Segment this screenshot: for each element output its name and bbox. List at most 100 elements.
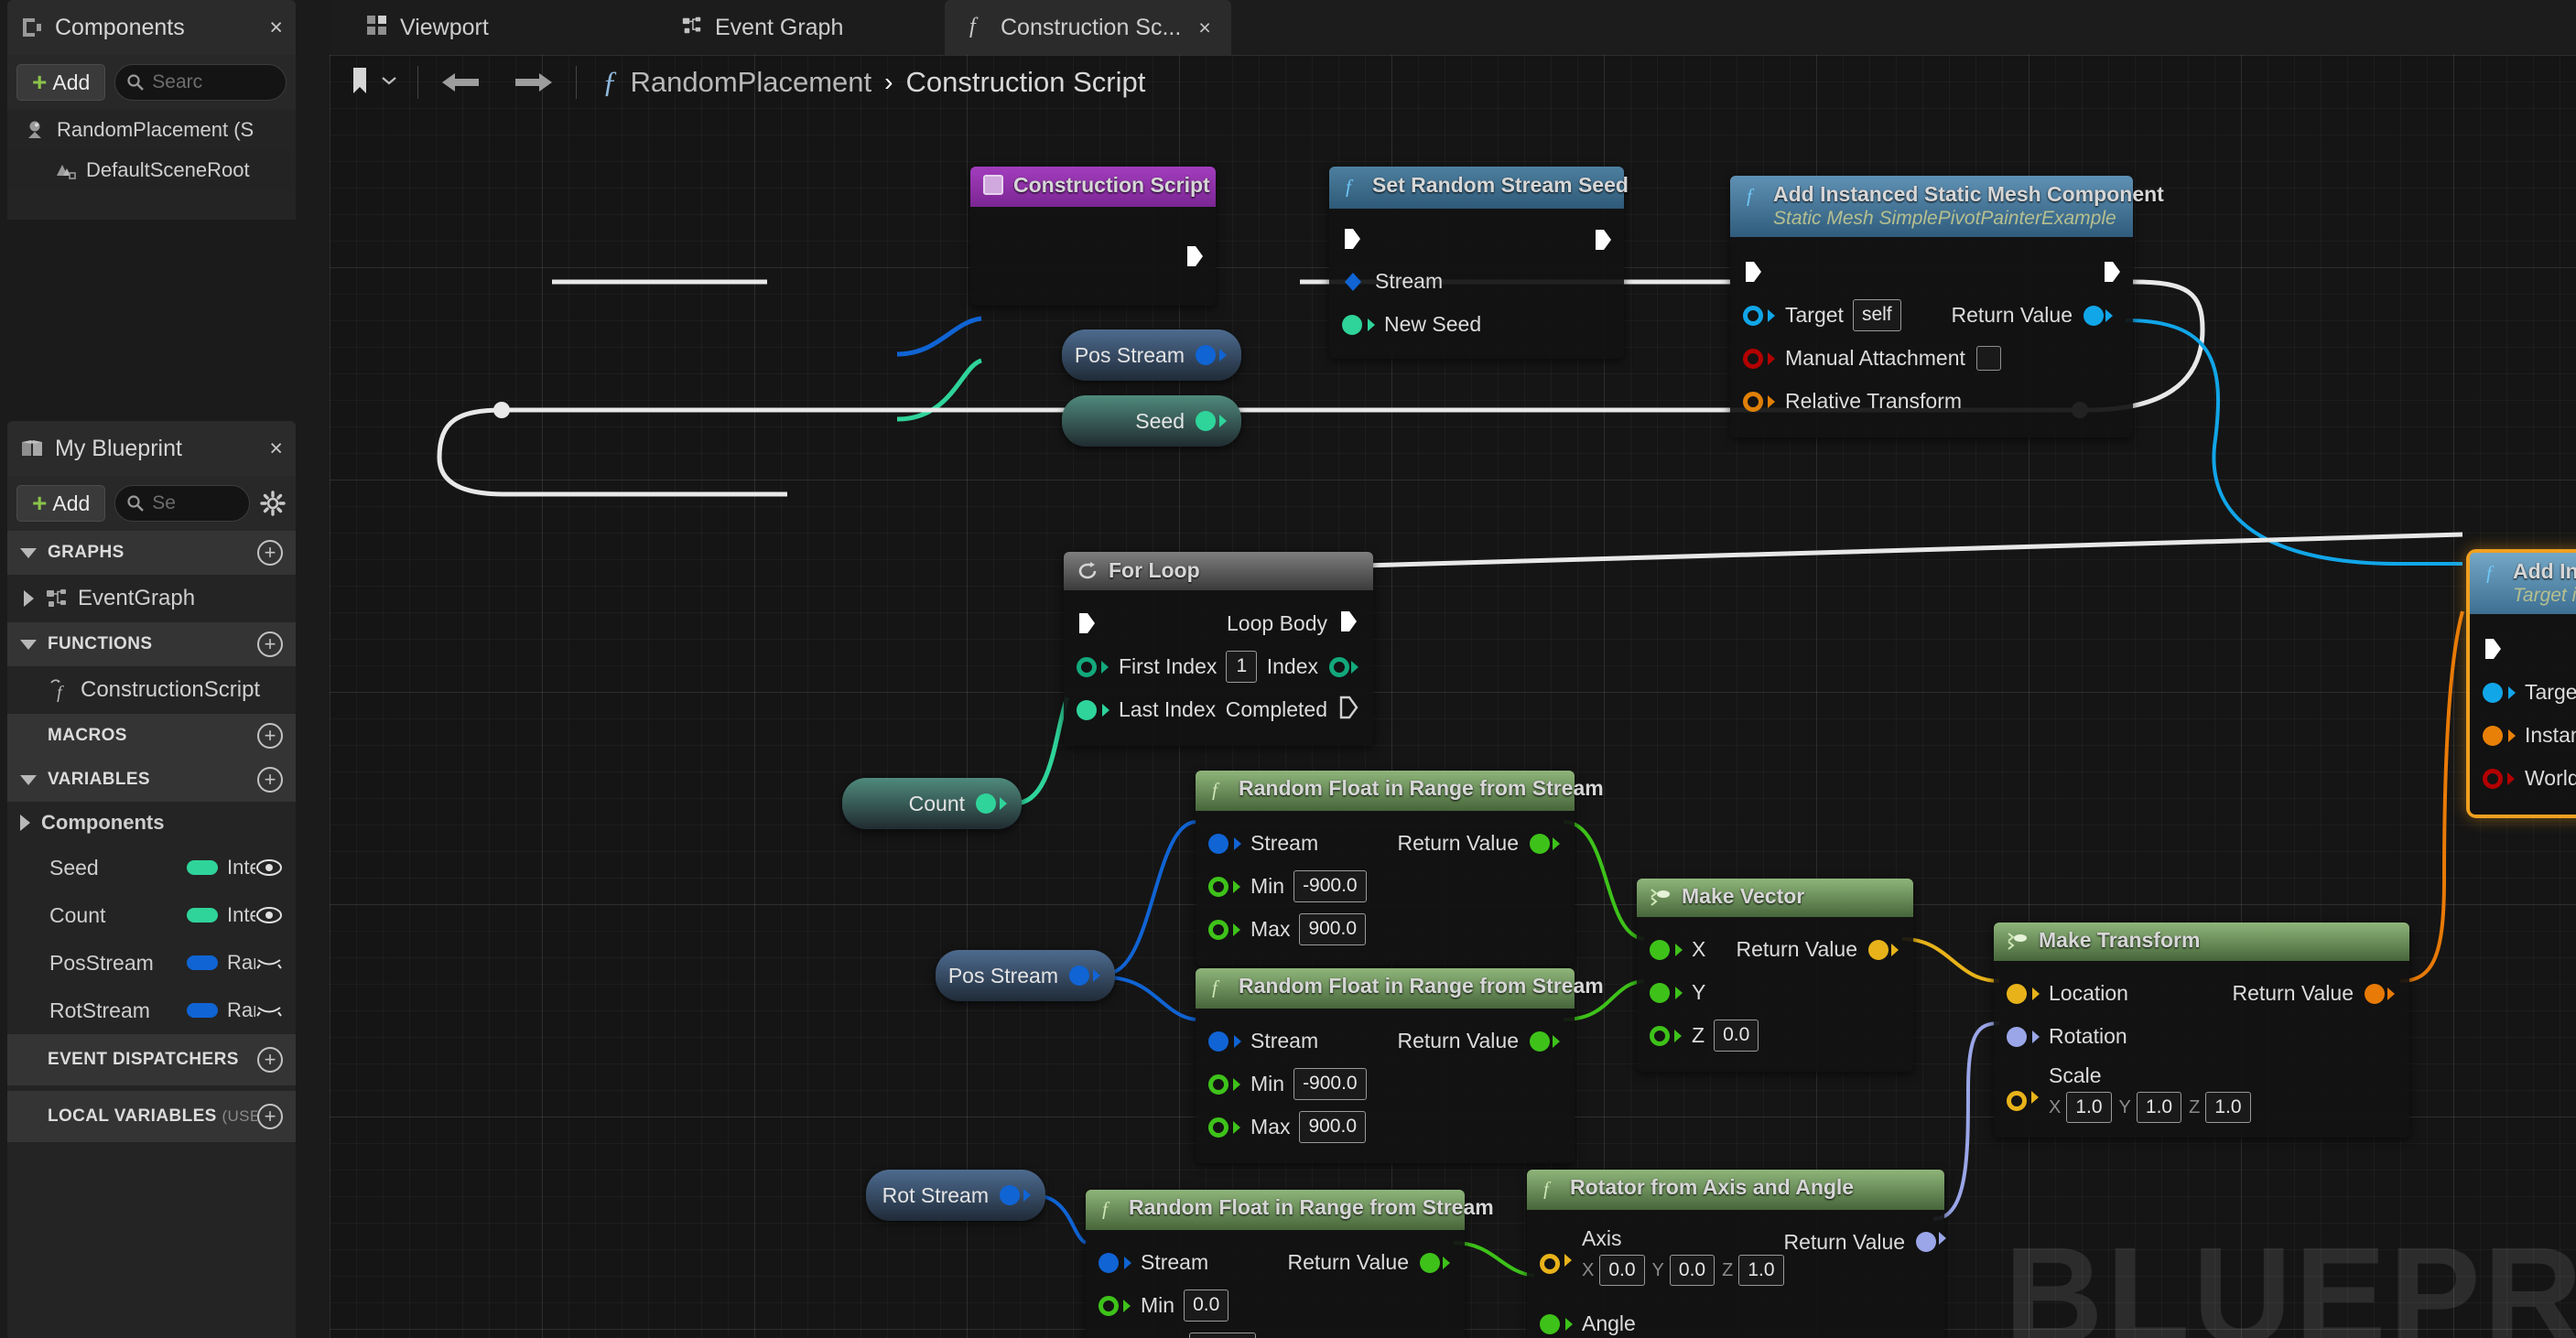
node-for-loop[interactable]: For Loop Loop Body First Index 1 — [1064, 552, 1373, 746]
section-event-dispatchers[interactable]: EVENT DISPATCHERS + — [7, 1034, 296, 1085]
pin-location[interactable]: Location Return Value — [1994, 972, 2409, 1015]
add-variable-button[interactable]: + — [257, 767, 283, 793]
varnode-count-1[interactable]: Count — [842, 778, 1022, 829]
pin-return-value[interactable]: Return Value — [1938, 294, 2127, 337]
pin-stream[interactable]: Stream Return Value — [1196, 822, 1575, 865]
sidebar-item-constructionscript[interactable]: f ConstructionScript — [7, 666, 296, 714]
axis-z-value[interactable]: 1.0 — [1738, 1255, 1783, 1286]
back-button[interactable] — [424, 69, 497, 96]
tab-event-graph[interactable]: Event Graph — [661, 0, 863, 55]
pin-world-space[interactable]: World Space — [2470, 757, 2576, 800]
add-macro-button[interactable]: + — [257, 723, 283, 749]
node-random-float-pos-x[interactable]: f Random Float in Range from Stream Stre… — [1196, 771, 1575, 966]
close-icon[interactable]: × — [1198, 16, 1210, 40]
bookmark-button[interactable] — [330, 66, 412, 100]
first-index-value[interactable]: 1 — [1226, 651, 1257, 682]
pin-stream[interactable]: Stream Return Value — [1196, 1020, 1575, 1063]
eye-open-icon[interactable] — [255, 858, 283, 878]
scale-y-value[interactable]: 1.0 — [2137, 1092, 2181, 1123]
max-value[interactable]: 360.0 — [1189, 1333, 1256, 1338]
pin-stream[interactable]: Stream Return Value — [1086, 1241, 1465, 1284]
pin-loop-body-exec[interactable] — [1338, 610, 1358, 638]
my-blueprint-panel-tab[interactable]: My Blueprint × — [7, 421, 296, 476]
max-value[interactable]: 900.0 — [1299, 913, 1366, 944]
pin-completed-exec[interactable] — [1338, 696, 1358, 724]
variable-row-posstream[interactable]: PosStream Ranc — [7, 939, 296, 987]
components-panel-tab[interactable]: Components × — [7, 0, 296, 55]
axis-x-value[interactable]: 0.0 — [1599, 1255, 1644, 1286]
components-search-input[interactable]: Searc — [114, 64, 287, 101]
node-random-float-pos-y[interactable]: f Random Float in Range from Stream Stre… — [1196, 968, 1575, 1163]
components-add-button[interactable]: + Add — [16, 64, 105, 101]
pin-relative-transform[interactable]: Relative Transform — [1730, 380, 2133, 423]
pin-exec-out[interactable] — [2089, 250, 2137, 293]
pin-angle[interactable]: Angle — [1527, 1302, 1944, 1338]
pin-first-index[interactable]: First Index 1 Index — [1064, 645, 1373, 688]
pin-exec-out[interactable] — [1580, 218, 1628, 261]
chevron-right-icon[interactable] — [20, 815, 30, 831]
pin-rotation[interactable]: Rotation — [1994, 1015, 2409, 1058]
my-blueprint-add-button[interactable]: + Add — [16, 485, 105, 522]
node-add-instanced-static-mesh-component[interactable]: f Add Instanced Static Mesh Component St… — [1730, 176, 2133, 437]
eye-open-icon[interactable] — [255, 905, 283, 925]
axis-y-value[interactable]: 0.0 — [1670, 1255, 1715, 1286]
pin-exec-in[interactable]: Loop Body — [1064, 601, 1373, 645]
varnode-pos-stream-1[interactable]: Pos Stream — [1062, 329, 1241, 381]
pin-max[interactable]: Max 900.0 — [1196, 908, 1575, 951]
add-graph-button[interactable]: + — [257, 540, 283, 566]
varnode-rot-stream-1[interactable]: Rot Stream — [866, 1170, 1045, 1221]
add-function-button[interactable]: + — [257, 631, 283, 657]
node-set-random-stream-seed[interactable]: f Set Random Stream Seed Stream New Seed — [1329, 167, 1624, 359]
pin-target[interactable]: Target — [2470, 671, 2576, 714]
pin-x[interactable]: X Return Value — [1637, 928, 1913, 971]
node-make-transform[interactable]: Make Transform Location Return Value Rot… — [1994, 923, 2409, 1138]
blueprint-graph-canvas[interactable]: ƒ RandomPlacement › Construction Script — [330, 55, 2576, 1338]
scale-z-value[interactable]: 1.0 — [2205, 1092, 2250, 1123]
variable-row-seed[interactable]: Seed Integ — [7, 844, 296, 891]
node-add-instance[interactable]: f Add Instance Target is Instanced Stati… — [2466, 549, 2576, 818]
node-random-float-rot[interactable]: f Random Float in Range from Stream Stre… — [1086, 1190, 1465, 1338]
section-functions[interactable]: FUNCTIONS + — [7, 622, 296, 666]
pin-min[interactable]: Min -900.0 — [1196, 865, 1575, 908]
my-blueprint-search-input[interactable]: Se — [114, 485, 250, 522]
node-rotator-from-axis-and-angle[interactable]: f Rotator from Axis and Angle Axis X 0.0… — [1527, 1170, 1944, 1338]
component-item-randomplacement[interactable]: RandomPlacement (S — [7, 110, 296, 150]
section-variables[interactable]: VARIABLES + — [7, 758, 296, 802]
tab-viewport[interactable]: Viewport — [346, 0, 509, 55]
manual-attachment-checkbox[interactable] — [1976, 346, 2001, 371]
chevron-right-icon[interactable] — [24, 590, 34, 607]
breadcrumb-root[interactable]: RandomPlacement — [631, 66, 872, 99]
pin-exec-in[interactable] — [2470, 627, 2576, 671]
pin-exec-out[interactable] — [1172, 234, 1219, 277]
scale-x-value[interactable]: 1.0 — [2066, 1092, 2111, 1123]
pin-min[interactable]: Min 0.0 — [1086, 1284, 1465, 1327]
close-icon[interactable]: × — [260, 436, 283, 462]
pin-stream[interactable]: Stream — [1329, 260, 1624, 303]
varnode-seed-1[interactable]: Seed — [1062, 395, 1241, 447]
sidebar-item-eventgraph[interactable]: EventGraph — [7, 575, 296, 622]
pin-max[interactable]: Max 360.0 — [1086, 1327, 1465, 1338]
eye-closed-icon[interactable] — [255, 953, 283, 973]
varnode-pos-stream-2[interactable]: Pos Stream — [936, 950, 1115, 1001]
close-icon[interactable]: × — [260, 15, 283, 41]
node-construction-script[interactable]: Construction Script — [970, 167, 1216, 306]
target-value[interactable]: self — [1853, 299, 1901, 330]
variable-row-count[interactable]: Count Integ — [7, 891, 296, 939]
add-local-variable-button[interactable]: + — [257, 1104, 283, 1129]
pin-new-seed[interactable]: New Seed — [1329, 303, 1624, 346]
variable-group-components[interactable]: Components — [7, 802, 296, 844]
section-graphs[interactable]: GRAPHS + — [7, 531, 296, 575]
pin-min[interactable]: Min -900.0 — [1196, 1063, 1575, 1106]
gear-icon[interactable] — [259, 490, 287, 517]
pin-max[interactable]: Max 900.0 — [1196, 1106, 1575, 1149]
pin-scale[interactable]: Scale X 1.0 Y 1.0 Z 1.0 — [1994, 1058, 2409, 1123]
section-local-variables[interactable]: LOCAL VARIABLES (USERC( + — [7, 1091, 296, 1142]
eye-closed-icon[interactable] — [255, 1000, 283, 1020]
max-value[interactable]: 900.0 — [1299, 1111, 1366, 1142]
z-value[interactable]: 0.0 — [1714, 1020, 1759, 1051]
pin-last-index[interactable]: Last Index Completed — [1064, 688, 1373, 731]
min-value[interactable]: -900.0 — [1293, 870, 1367, 901]
min-value[interactable]: -900.0 — [1293, 1068, 1367, 1099]
pin-y[interactable]: Y — [1637, 971, 1913, 1014]
pin-manual-attachment[interactable]: Manual Attachment — [1730, 337, 2133, 380]
